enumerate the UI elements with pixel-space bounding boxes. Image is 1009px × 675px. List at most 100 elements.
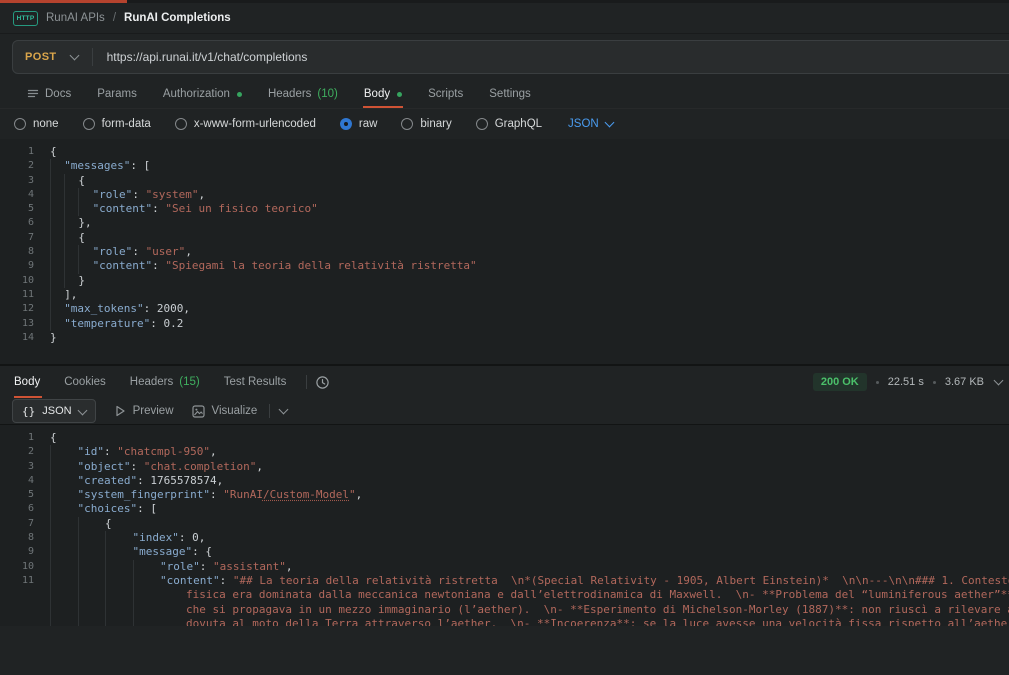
response-tab-body[interactable]: Body (14, 366, 52, 398)
indent-guide (50, 617, 78, 626)
request-tab-settings[interactable]: Settings (476, 80, 544, 108)
mode-label: form-data (102, 118, 151, 130)
body-mode-raw[interactable]: raw (340, 118, 378, 130)
line-number: 9 (0, 545, 34, 559)
indent-guide (133, 617, 161, 626)
tab-label: Test Results (224, 376, 287, 388)
format-label: JSON (42, 405, 71, 417)
tab-label: Scripts (428, 88, 463, 100)
body-mode-row: none form-data x-www-form-urlencoded raw bin… (0, 109, 1009, 139)
indent-guide (105, 588, 133, 602)
radio-icon (401, 118, 413, 130)
indent-guide (50, 231, 64, 245)
code-line: 1{ (0, 431, 1009, 445)
request-tab-docs[interactable]: Docs (14, 80, 84, 108)
indent-guide (78, 560, 106, 574)
code-line: 1{ (0, 145, 1009, 159)
code-line: 7{ (0, 231, 1009, 245)
code-line: fisica era dominata dalla meccanica newt… (0, 588, 1009, 602)
body-mode-binary[interactable]: binary (401, 118, 451, 130)
response-tab-test-results[interactable]: Test Results (212, 366, 299, 398)
indent-guide (105, 531, 133, 545)
code-line: 4"role": "system", (0, 188, 1009, 202)
save-response-chevron-icon[interactable] (994, 375, 1004, 385)
body-mode-form-data[interactable]: form-data (83, 118, 151, 130)
response-body-editor[interactable]: 1{2"id": "chatcmpl-950",3"object": "chat… (0, 425, 1009, 626)
history-icon[interactable] (315, 375, 330, 390)
request-tab-headers[interactable]: Headers(10) (255, 80, 351, 108)
line-number: 7 (0, 231, 34, 245)
response-tab-headers[interactable]: Headers(15) (118, 366, 212, 398)
toolbar-divider (269, 404, 270, 418)
response-tab-cookies[interactable]: Cookies (52, 366, 118, 398)
preview-button[interactable]: Preview (114, 405, 174, 417)
indent-guide (133, 603, 161, 617)
indent-guide (78, 202, 92, 216)
mode-label: raw (359, 118, 378, 130)
tab-label: Docs (45, 88, 71, 100)
method-dropdown-chevron-icon[interactable] (69, 50, 79, 60)
visualize-label: Visualize (212, 405, 258, 417)
indent-guide (105, 574, 133, 588)
line-number: 1 (0, 431, 34, 445)
breadcrumb-collection[interactable]: RunAI APIs (46, 12, 105, 24)
indent-guide (50, 574, 78, 588)
breadcrumb: HTTP RunAI APIs / RunAI Completions (0, 3, 1009, 34)
request-tab-authorization[interactable]: Authorization (150, 80, 255, 108)
line-number: 3 (0, 460, 34, 474)
indent-guide (133, 588, 161, 602)
line-number: 5 (0, 488, 34, 502)
body-mode-none[interactable]: none (14, 118, 59, 130)
toolbar-chevron-icon[interactable] (279, 404, 289, 414)
url-bar: POST https://api.runai.it/v1/chat/comple… (12, 40, 1009, 74)
indent-guide (64, 259, 78, 273)
indent-guide (105, 617, 133, 626)
code-line: 11], (0, 288, 1009, 302)
indent-guide (78, 603, 106, 617)
code-line: 6}, (0, 216, 1009, 230)
request-body-editor[interactable]: 1{2"messages": [3{4"role": "system",5"co… (0, 139, 1009, 365)
indent-guide (50, 445, 78, 459)
tab-label: Authorization (163, 88, 230, 100)
line-number (0, 588, 34, 602)
line-number: 10 (0, 560, 34, 574)
code-line: 13"temperature": 0.2 (0, 317, 1009, 331)
status-badge: 200 OK (813, 373, 867, 391)
raw-language-select[interactable]: JSON (568, 118, 613, 130)
indent-guide (105, 545, 133, 559)
indent-guide (50, 488, 78, 502)
line-number (0, 617, 34, 626)
indent-guide (64, 188, 78, 202)
code-line: 2"messages": [ (0, 159, 1009, 173)
indent-guide (50, 603, 78, 617)
body-mode-x-www-form-urlencoded[interactable]: x-www-form-urlencoded (175, 118, 316, 130)
visualize-button[interactable]: Visualize (192, 405, 258, 418)
indent-guide (105, 603, 133, 617)
body-mode-graphql[interactable]: GraphQL (476, 118, 542, 130)
code-line: 8"index": 0, (0, 531, 1009, 545)
code-line: 6"choices": [ (0, 502, 1009, 516)
language-chevron-icon (604, 117, 614, 127)
request-tab-params[interactable]: Params (84, 80, 150, 108)
indent-guide (50, 531, 78, 545)
indent-guide (50, 560, 78, 574)
breadcrumb-request-name[interactable]: RunAI Completions (124, 12, 231, 24)
indent-guide (64, 274, 78, 288)
request-tab-scripts[interactable]: Scripts (415, 80, 476, 108)
url-input[interactable]: https://api.runai.it/v1/chat/completions (93, 50, 308, 64)
code-line: 3{ (0, 174, 1009, 188)
indent-guide (50, 216, 64, 230)
request-tab-body[interactable]: Body (351, 80, 415, 108)
indent-guide (64, 202, 78, 216)
indent-guide (78, 188, 92, 202)
radio-icon (340, 118, 352, 130)
response-time: 22.51 s (888, 376, 924, 388)
indent-guide (78, 588, 106, 602)
code-line: 10"role": "assistant", (0, 560, 1009, 574)
language-label: JSON (568, 118, 599, 130)
indent-guide (50, 317, 64, 331)
url-row: POST https://api.runai.it/v1/chat/comple… (0, 34, 1009, 80)
response-format-select[interactable]: {} JSON (12, 399, 96, 423)
line-number: 9 (0, 259, 34, 273)
indent-guide (64, 231, 78, 245)
